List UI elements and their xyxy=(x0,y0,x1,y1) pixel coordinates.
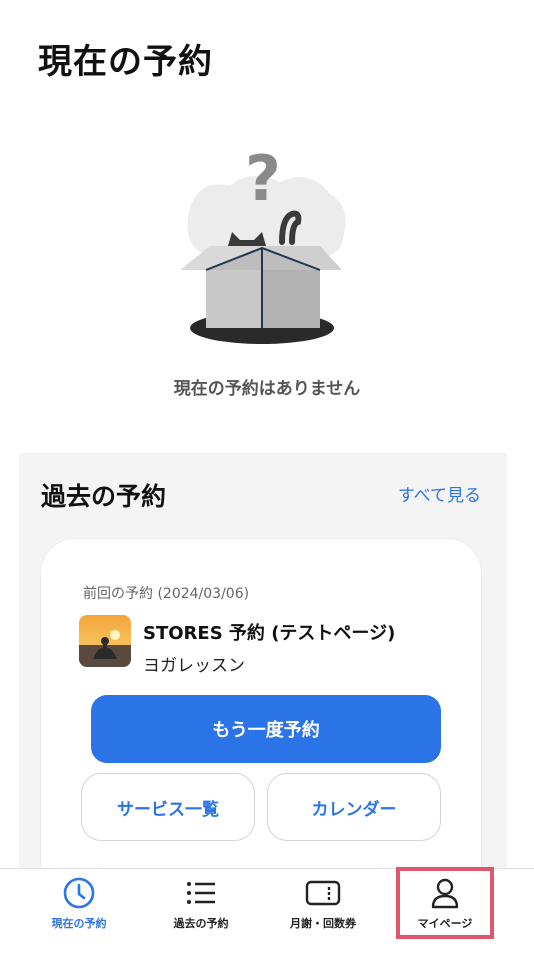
previous-reservation-card: 前回の予約 (2024/03/06) STORES 予約 (テストページ) ヨガ… xyxy=(41,539,481,899)
tab-label: 過去の予約 xyxy=(173,917,229,930)
tab-label: 現在の予約 xyxy=(51,917,107,930)
past-reservations-title: 過去の予約 xyxy=(41,482,167,511)
empty-reservations-message: 現在の予約はありません xyxy=(173,379,361,399)
see-all-link[interactable]: すべて見る xyxy=(398,481,481,506)
store-thumbnail-image xyxy=(79,615,131,667)
bottom-tab-bar: 現在の予約 過去の予約 月謝・回数券 マイページ xyxy=(0,867,534,961)
tab-my-page[interactable]: マイページ xyxy=(380,869,510,939)
store-name: STORES 予約 (テストページ) xyxy=(143,623,396,644)
tab-tuition-tickets[interactable]: 月謝・回数券 xyxy=(258,869,388,939)
empty-box-cat-illustration: ? xyxy=(180,142,346,344)
person-icon xyxy=(431,878,459,909)
previous-reservation-date: 前回の予約 (2024/03/06) xyxy=(83,586,250,602)
rebook-button[interactable]: もう一度予約 xyxy=(91,695,441,763)
ticket-icon xyxy=(305,880,341,906)
past-reservations-section: 過去の予約 すべて見る 前回の予約 (2024/03/06) STORES 予約… xyxy=(19,453,507,899)
tab-current-reservations[interactable]: 現在の予約 xyxy=(14,869,144,939)
service-name: ヨガレッスン xyxy=(143,656,245,676)
calendar-button[interactable]: カレンダー xyxy=(267,773,441,841)
services-list-button[interactable]: サービス一覧 xyxy=(81,773,255,841)
list-icon xyxy=(187,882,215,904)
clock-icon xyxy=(63,877,95,909)
tab-label: マイページ xyxy=(417,917,473,930)
tab-label: 月謝・回数券 xyxy=(290,917,356,930)
svg-text:?: ? xyxy=(245,142,281,215)
tab-past-reservations[interactable]: 過去の予約 xyxy=(136,869,266,939)
page-title: 現在の予約 xyxy=(38,42,213,82)
